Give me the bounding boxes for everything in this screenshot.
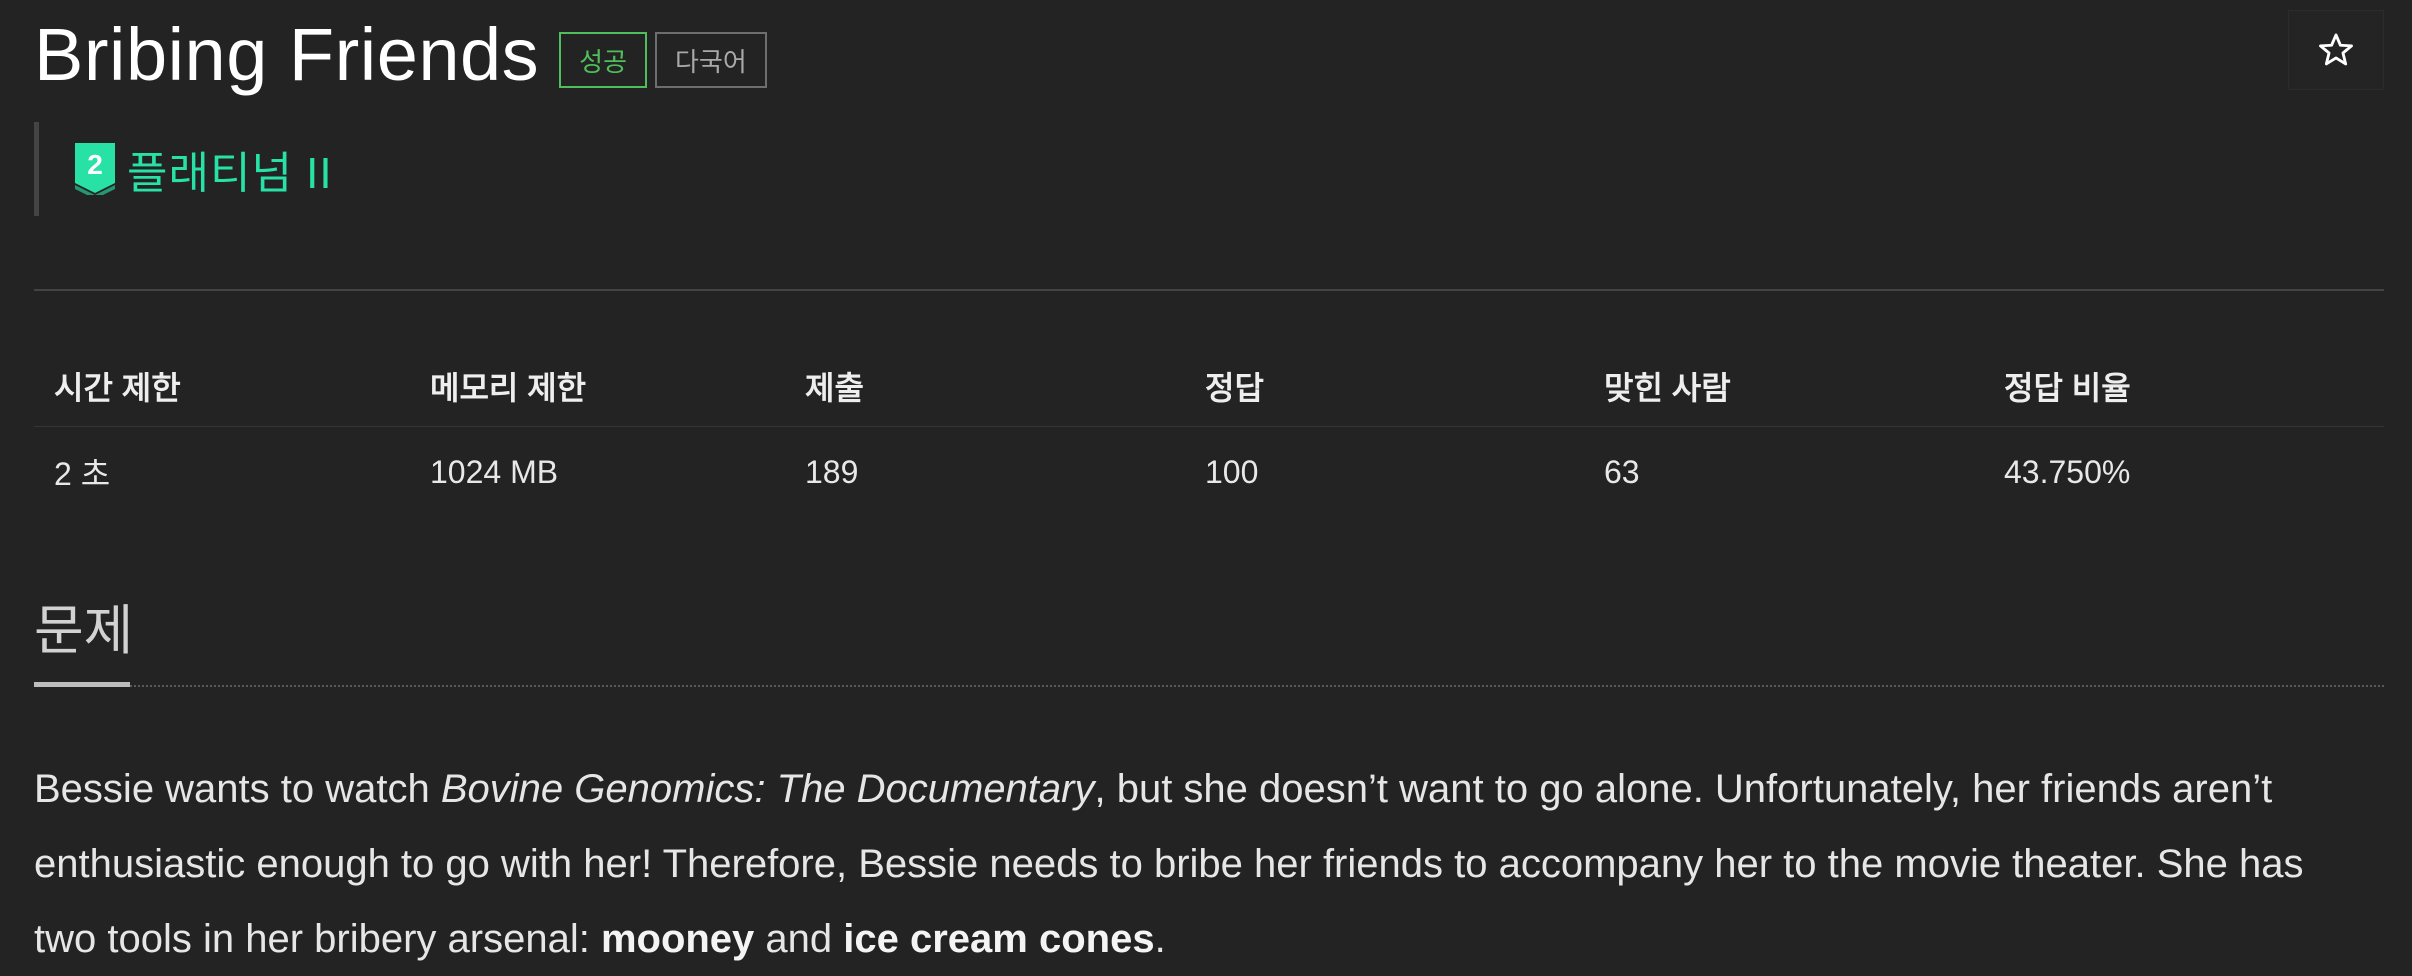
solvers-value: 63: [1604, 453, 1640, 490]
header-time-limit: 시간 제한: [54, 369, 181, 406]
platinum-tier-icon: 2: [75, 143, 115, 195]
multilang-badge: 다국어: [655, 32, 767, 88]
header-accept-ratio: 정답 비율: [2004, 369, 2131, 406]
problem-info-table: 시간 제한 메모리 제한 제출 정답 맞힌 사람 정답 비율 2 초 1024 …: [34, 345, 2384, 517]
section-underline: [34, 682, 130, 687]
favorite-button[interactable]: [2288, 10, 2384, 90]
table-header-row: 시간 제한 메모리 제한 제출 정답 맞힌 사람 정답 비율: [34, 345, 2384, 427]
header-divider: [34, 289, 2384, 291]
problem-title: Bribing Friends: [34, 13, 540, 96]
header-memory-limit: 메모리 제한: [430, 369, 587, 406]
time-limit-value: 2 초: [54, 456, 111, 492]
tier-blockquote: 2 플래티넘 II: [34, 122, 333, 216]
memory-limit-value: 1024 MB: [430, 453, 559, 490]
success-badge: 성공: [559, 32, 648, 88]
description-bold: mooney: [600, 917, 755, 961]
header-accepted: 정답: [1205, 369, 1264, 406]
star-outline-icon: [2319, 33, 2353, 66]
description-text: Bessie wants to watch: [34, 767, 441, 811]
description-text: and: [754, 917, 844, 961]
problem-page: Bribing Friends 성공 다국어 2 플래티넘 II 시간 제한 메…: [0, 0, 2412, 976]
section-title: 문제: [34, 601, 134, 661]
header-submissions: 제출: [805, 369, 864, 406]
description-italic: Bovine Genomics: The Documentary: [440, 767, 1095, 811]
header-solvers: 맞힌 사람: [1604, 369, 1731, 406]
description-bold: ice cream cones: [843, 917, 1155, 961]
accept-ratio-value: 43.750%: [2004, 453, 2131, 490]
problem-description: Bessie wants to watch Bovine Genomics: T…: [34, 752, 2362, 976]
section-dotted-rule: [130, 685, 2384, 687]
description-text: .: [1154, 917, 1166, 961]
title-row: Bribing Friends 성공 다국어: [34, 0, 767, 110]
tier-level-text: 2: [87, 149, 103, 180]
accepted-value: 100: [1205, 453, 1259, 490]
submissions-value: 189: [805, 453, 859, 490]
tier-label: 플래티넘 II: [127, 149, 333, 198]
table-row: 2 초 1024 MB 189 100 63 43.750%: [34, 427, 2384, 517]
problem-section-header: 문제: [34, 596, 2384, 688]
